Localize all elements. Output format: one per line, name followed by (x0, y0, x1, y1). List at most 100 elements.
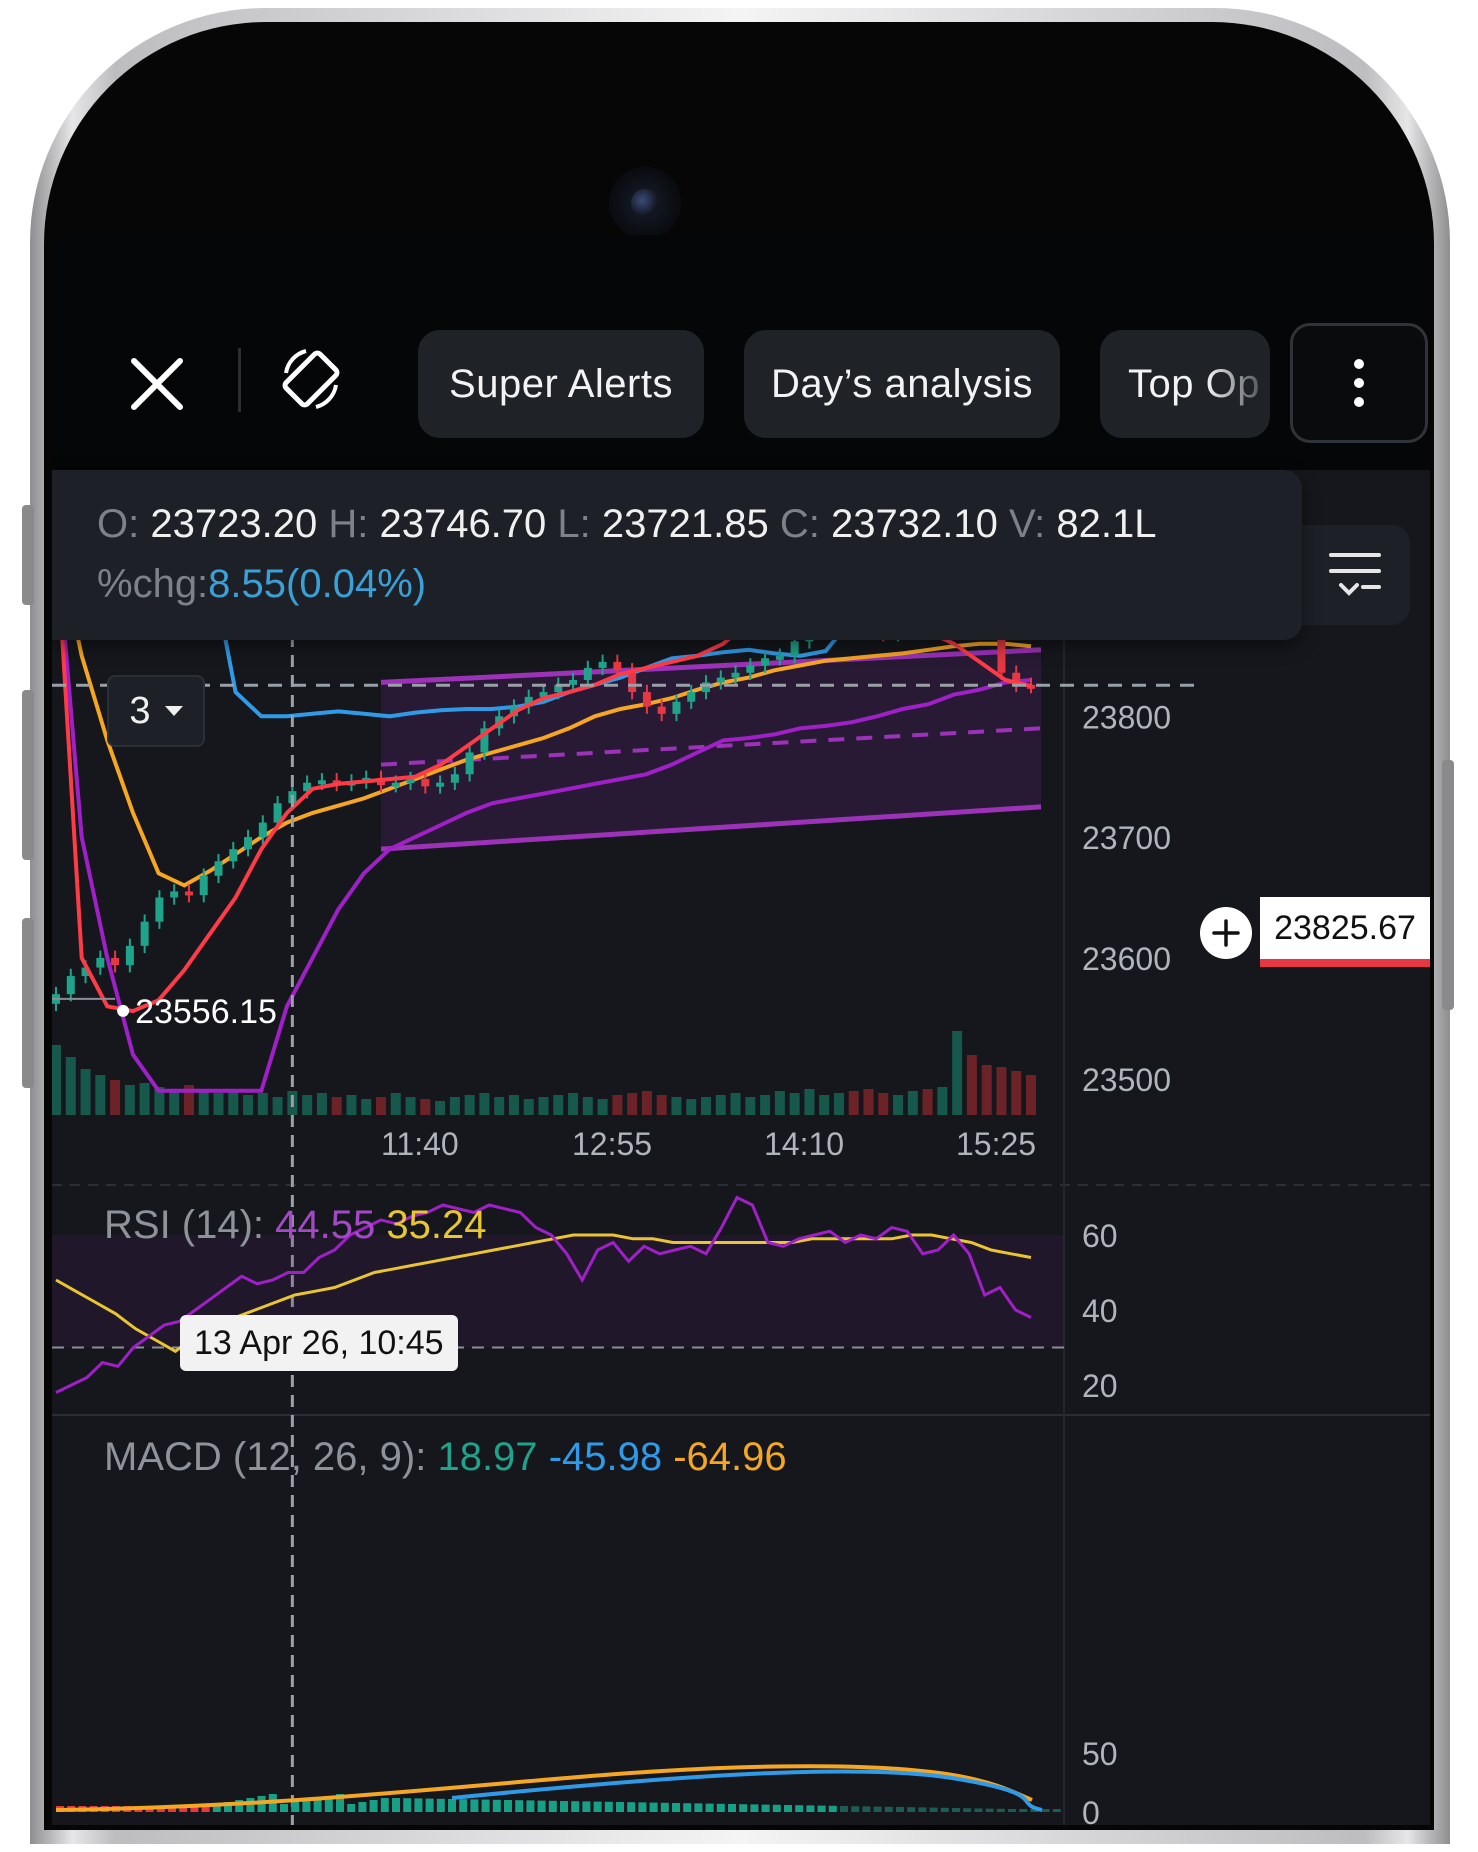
interval-selector[interactable]: 3 (107, 675, 205, 747)
macd-histogram-bar (582, 1801, 591, 1812)
volume-bar (966, 1055, 977, 1115)
price-tick-label: 23800 (1082, 699, 1171, 735)
volume-bar (198, 1091, 209, 1115)
volume-bar (65, 1057, 76, 1115)
rsi-signal-value: 35.24 (386, 1203, 487, 1247)
candle-body (229, 849, 238, 862)
macd-histogram-bar (414, 1798, 423, 1812)
volume-bar (52, 1045, 61, 1115)
low-label: L: (557, 502, 591, 546)
volume-label: V: (1008, 502, 1046, 546)
volume-bar (228, 1090, 239, 1115)
volume-bar (464, 1095, 475, 1115)
ohlc-panel: O: 23723.20 H: 23746.70 L: 23721.85 C: 2… (52, 470, 1302, 640)
macd-histogram-bar (593, 1801, 602, 1812)
macd-histogram-bar (481, 1799, 490, 1812)
volume-bar (981, 1065, 992, 1115)
volume-bar (627, 1093, 638, 1115)
add-alert-button[interactable] (1200, 907, 1252, 959)
macd-histogram-bar (672, 1803, 680, 1812)
open-value: 23723.20 (150, 502, 318, 546)
macd-histogram-bar (896, 1807, 904, 1812)
macd-histogram-bar (403, 1798, 412, 1812)
volume-bar (257, 1093, 268, 1115)
volume-bar (361, 1099, 372, 1115)
macd-histogram-bar (728, 1804, 736, 1812)
macd-histogram-bar (604, 1801, 613, 1812)
macd-histogram-bar (784, 1805, 792, 1812)
volume-bar (1026, 1075, 1036, 1115)
volume-up-button (22, 690, 34, 860)
volume-bar (435, 1101, 446, 1115)
volume-bar (804, 1089, 815, 1115)
price-tick-label: 23700 (1082, 820, 1171, 856)
macd-histogram-bar (660, 1802, 669, 1812)
rsi-tick-label: 40 (1082, 1293, 1118, 1329)
close-label: C: (779, 502, 820, 546)
macd-histogram-bar (716, 1803, 725, 1812)
candle-body (184, 891, 193, 896)
macd-histogram-bar (907, 1807, 916, 1812)
macd-histogram-bar (918, 1807, 927, 1812)
high-label: H: (328, 502, 369, 546)
candle-body (317, 780, 326, 785)
candle-body (244, 837, 253, 850)
macd-histogram-bar (873, 1806, 882, 1812)
macd-signal-value: -64.96 (673, 1435, 787, 1479)
macd-histogram-bar (291, 1802, 300, 1812)
macd-histogram-bar (974, 1808, 983, 1812)
volume-bar (641, 1091, 652, 1115)
macd-histogram-bar (1052, 1809, 1061, 1812)
interval-value: 3 (129, 689, 151, 732)
volume-bar (124, 1085, 135, 1115)
macd-histogram-bar (817, 1805, 826, 1812)
volume-bar (405, 1097, 416, 1115)
volume-bar (774, 1091, 785, 1115)
macd-histogram-bar (504, 1800, 512, 1812)
volume-bar (95, 1075, 106, 1115)
current-price-label: 23825.67 (1260, 897, 1430, 967)
macd-histogram-bar (571, 1801, 580, 1812)
action-button (22, 505, 34, 605)
volume-bar (878, 1093, 889, 1115)
candle-body (450, 774, 459, 783)
macd-histogram-bar (862, 1806, 871, 1812)
candle-body (214, 861, 223, 876)
volume-bar (420, 1099, 431, 1115)
candle-body (569, 680, 578, 685)
time-tick-label: 12:55 (572, 1126, 652, 1162)
chart-screen: Super Alerts Day’s analysis Top Op O: 23… (52, 235, 1430, 1825)
macd-histogram-bar (470, 1799, 479, 1812)
volume-bar (479, 1093, 490, 1115)
rsi-tick-label: 60 (1082, 1218, 1118, 1254)
volume-bar (243, 1095, 254, 1115)
macd-label: MACD (12, 26, 9): (104, 1435, 427, 1479)
price-tick-label: 23600 (1082, 941, 1171, 977)
candle-body (583, 667, 592, 680)
volume-bar (597, 1099, 608, 1115)
candle-body (613, 661, 622, 671)
rsi-tick-label: 20 (1082, 1368, 1118, 1404)
macd-histogram-bar (492, 1799, 501, 1812)
volume-bar (907, 1091, 918, 1115)
candle-body (598, 661, 607, 668)
volume-bar (952, 1031, 963, 1115)
macd-histogram-bar (425, 1798, 434, 1812)
macd-histogram-bar (929, 1807, 938, 1812)
volume-bar (612, 1095, 623, 1115)
macd-histogram-bar (649, 1802, 658, 1812)
volume-bar (745, 1097, 756, 1115)
candle-body (170, 891, 179, 898)
change-label: %chg: (97, 562, 209, 606)
macd-histogram-bar (806, 1805, 815, 1812)
candle-body (790, 641, 799, 656)
candle-body (436, 782, 445, 787)
macd-histogram-bar (627, 1802, 636, 1812)
macd-histogram-bar (772, 1804, 781, 1812)
volume-bar (819, 1095, 830, 1115)
macd-histogram-value: 18.97 (437, 1435, 538, 1479)
candle-body (672, 701, 681, 714)
crosshair-date-label: 13 Apr 26, 10:45 (180, 1315, 458, 1371)
macd-histogram-bar (739, 1804, 748, 1812)
rsi-label: RSI (14): (104, 1203, 265, 1247)
